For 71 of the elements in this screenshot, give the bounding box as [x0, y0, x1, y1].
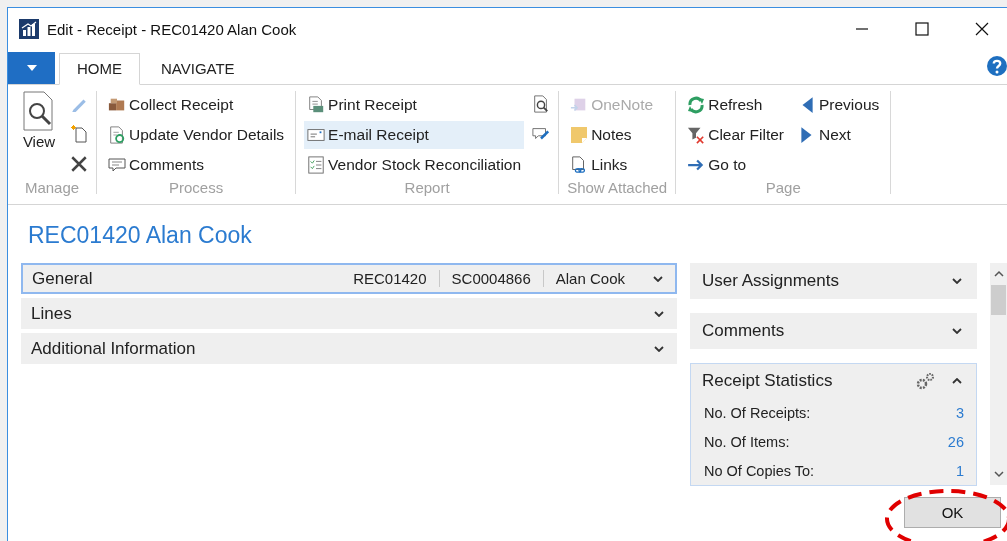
scroll-thumb[interactable] [991, 285, 1006, 315]
section-title: Lines [31, 303, 72, 324]
summary-value: REC01420 [352, 270, 428, 287]
section-header[interactable]: General REC01420 SC0004866 Alan Cook [21, 263, 677, 294]
expand-icon[interactable] [952, 278, 962, 284]
section-header[interactable]: Additional Information [21, 333, 677, 364]
maximize-icon[interactable] [915, 22, 929, 36]
field-label: No Of Copies To: [704, 462, 815, 479]
section-title: Additional Information [31, 338, 196, 359]
group-label: Manage [23, 179, 81, 196]
factbox-title: Receipt Statistics [702, 371, 833, 391]
new-document-icon[interactable] [70, 125, 88, 143]
field-value[interactable]: 1 [955, 462, 964, 479]
ribbon-button[interactable]: Notes [567, 121, 657, 149]
ribbon-button[interactable]: Next [795, 121, 883, 149]
envelope-icon [307, 126, 326, 144]
expand-icon[interactable] [654, 310, 664, 317]
group-label: Process [167, 179, 225, 196]
ribbon-button[interactable]: Refresh [684, 91, 787, 119]
refresh-icon [687, 96, 706, 114]
ribbon-button[interactable]: Collect Receipt [105, 91, 288, 119]
field-value[interactable]: 26 [947, 433, 964, 450]
speech-bubble-icon [108, 156, 126, 174]
document-refresh-icon [108, 126, 126, 144]
tab[interactable]: NAVIGATE [144, 54, 252, 84]
caret-icon [26, 65, 37, 71]
page-title: REC01420 Alan Cook [27, 221, 253, 250]
ribbon-button[interactable]: Vendor Stock Reconciliation [304, 151, 525, 179]
summary-value: Alan Cook [542, 270, 637, 287]
ribbon-button[interactable]: Update Vendor Details [105, 121, 288, 149]
delete-icon[interactable] [70, 155, 88, 173]
printer-document-icon [307, 96, 326, 114]
help-icon[interactable] [987, 56, 1007, 76]
filter-clear-icon [687, 126, 706, 144]
section-header[interactable]: Lines [21, 298, 677, 329]
field-value[interactable]: 3 [955, 404, 964, 421]
summary-value: SC0004866 [438, 270, 543, 287]
scrollbar[interactable] [990, 263, 1007, 485]
ribbon-button[interactable]: E-mail Receipt [304, 121, 525, 149]
ok-button[interactable]: OK [904, 497, 1001, 528]
sticky-note-icon [570, 126, 589, 144]
view-icon [22, 91, 56, 131]
window-title: Edit - Receipt - REC01420 Alan Cook [47, 20, 297, 38]
factbox-title: Comments [702, 321, 785, 341]
ribbon-button[interactable]: Comments [105, 151, 288, 179]
ribbon-button[interactable]: Print Receipt [304, 91, 525, 119]
ribbon-button[interactable]: Previous [795, 91, 883, 119]
scroll-up-icon[interactable] [992, 269, 1005, 279]
section-title: General [32, 268, 93, 289]
gears-icon[interactable] [916, 372, 936, 390]
expand-icon[interactable] [952, 328, 962, 334]
ribbon-button[interactable]: Go to [684, 151, 787, 179]
group-label: Page [764, 179, 802, 196]
factbox-title: User Assignments [702, 271, 839, 291]
ribbon-button[interactable]: Links [567, 151, 657, 179]
tab[interactable]: HOME [59, 53, 140, 85]
view-button[interactable]: View [16, 91, 62, 150]
checklist-icon [307, 156, 326, 174]
field-label: No. Of Items: [704, 433, 790, 450]
close-icon[interactable] [975, 22, 989, 36]
expand-icon[interactable] [654, 345, 664, 352]
group-label: Show Attached [567, 179, 668, 196]
group-label: Report [403, 179, 451, 196]
ribbon-button[interactable]: Clear Filter [684, 121, 787, 149]
bubble-pencil-icon[interactable] [532, 125, 551, 143]
field-label: No. Of Receipts: [704, 404, 811, 421]
collapse-icon[interactable] [952, 378, 962, 384]
expand-icon[interactable] [653, 275, 663, 282]
app-icon [19, 19, 39, 39]
scroll-down-icon[interactable] [992, 469, 1005, 479]
document-search-icon[interactable] [532, 95, 551, 113]
